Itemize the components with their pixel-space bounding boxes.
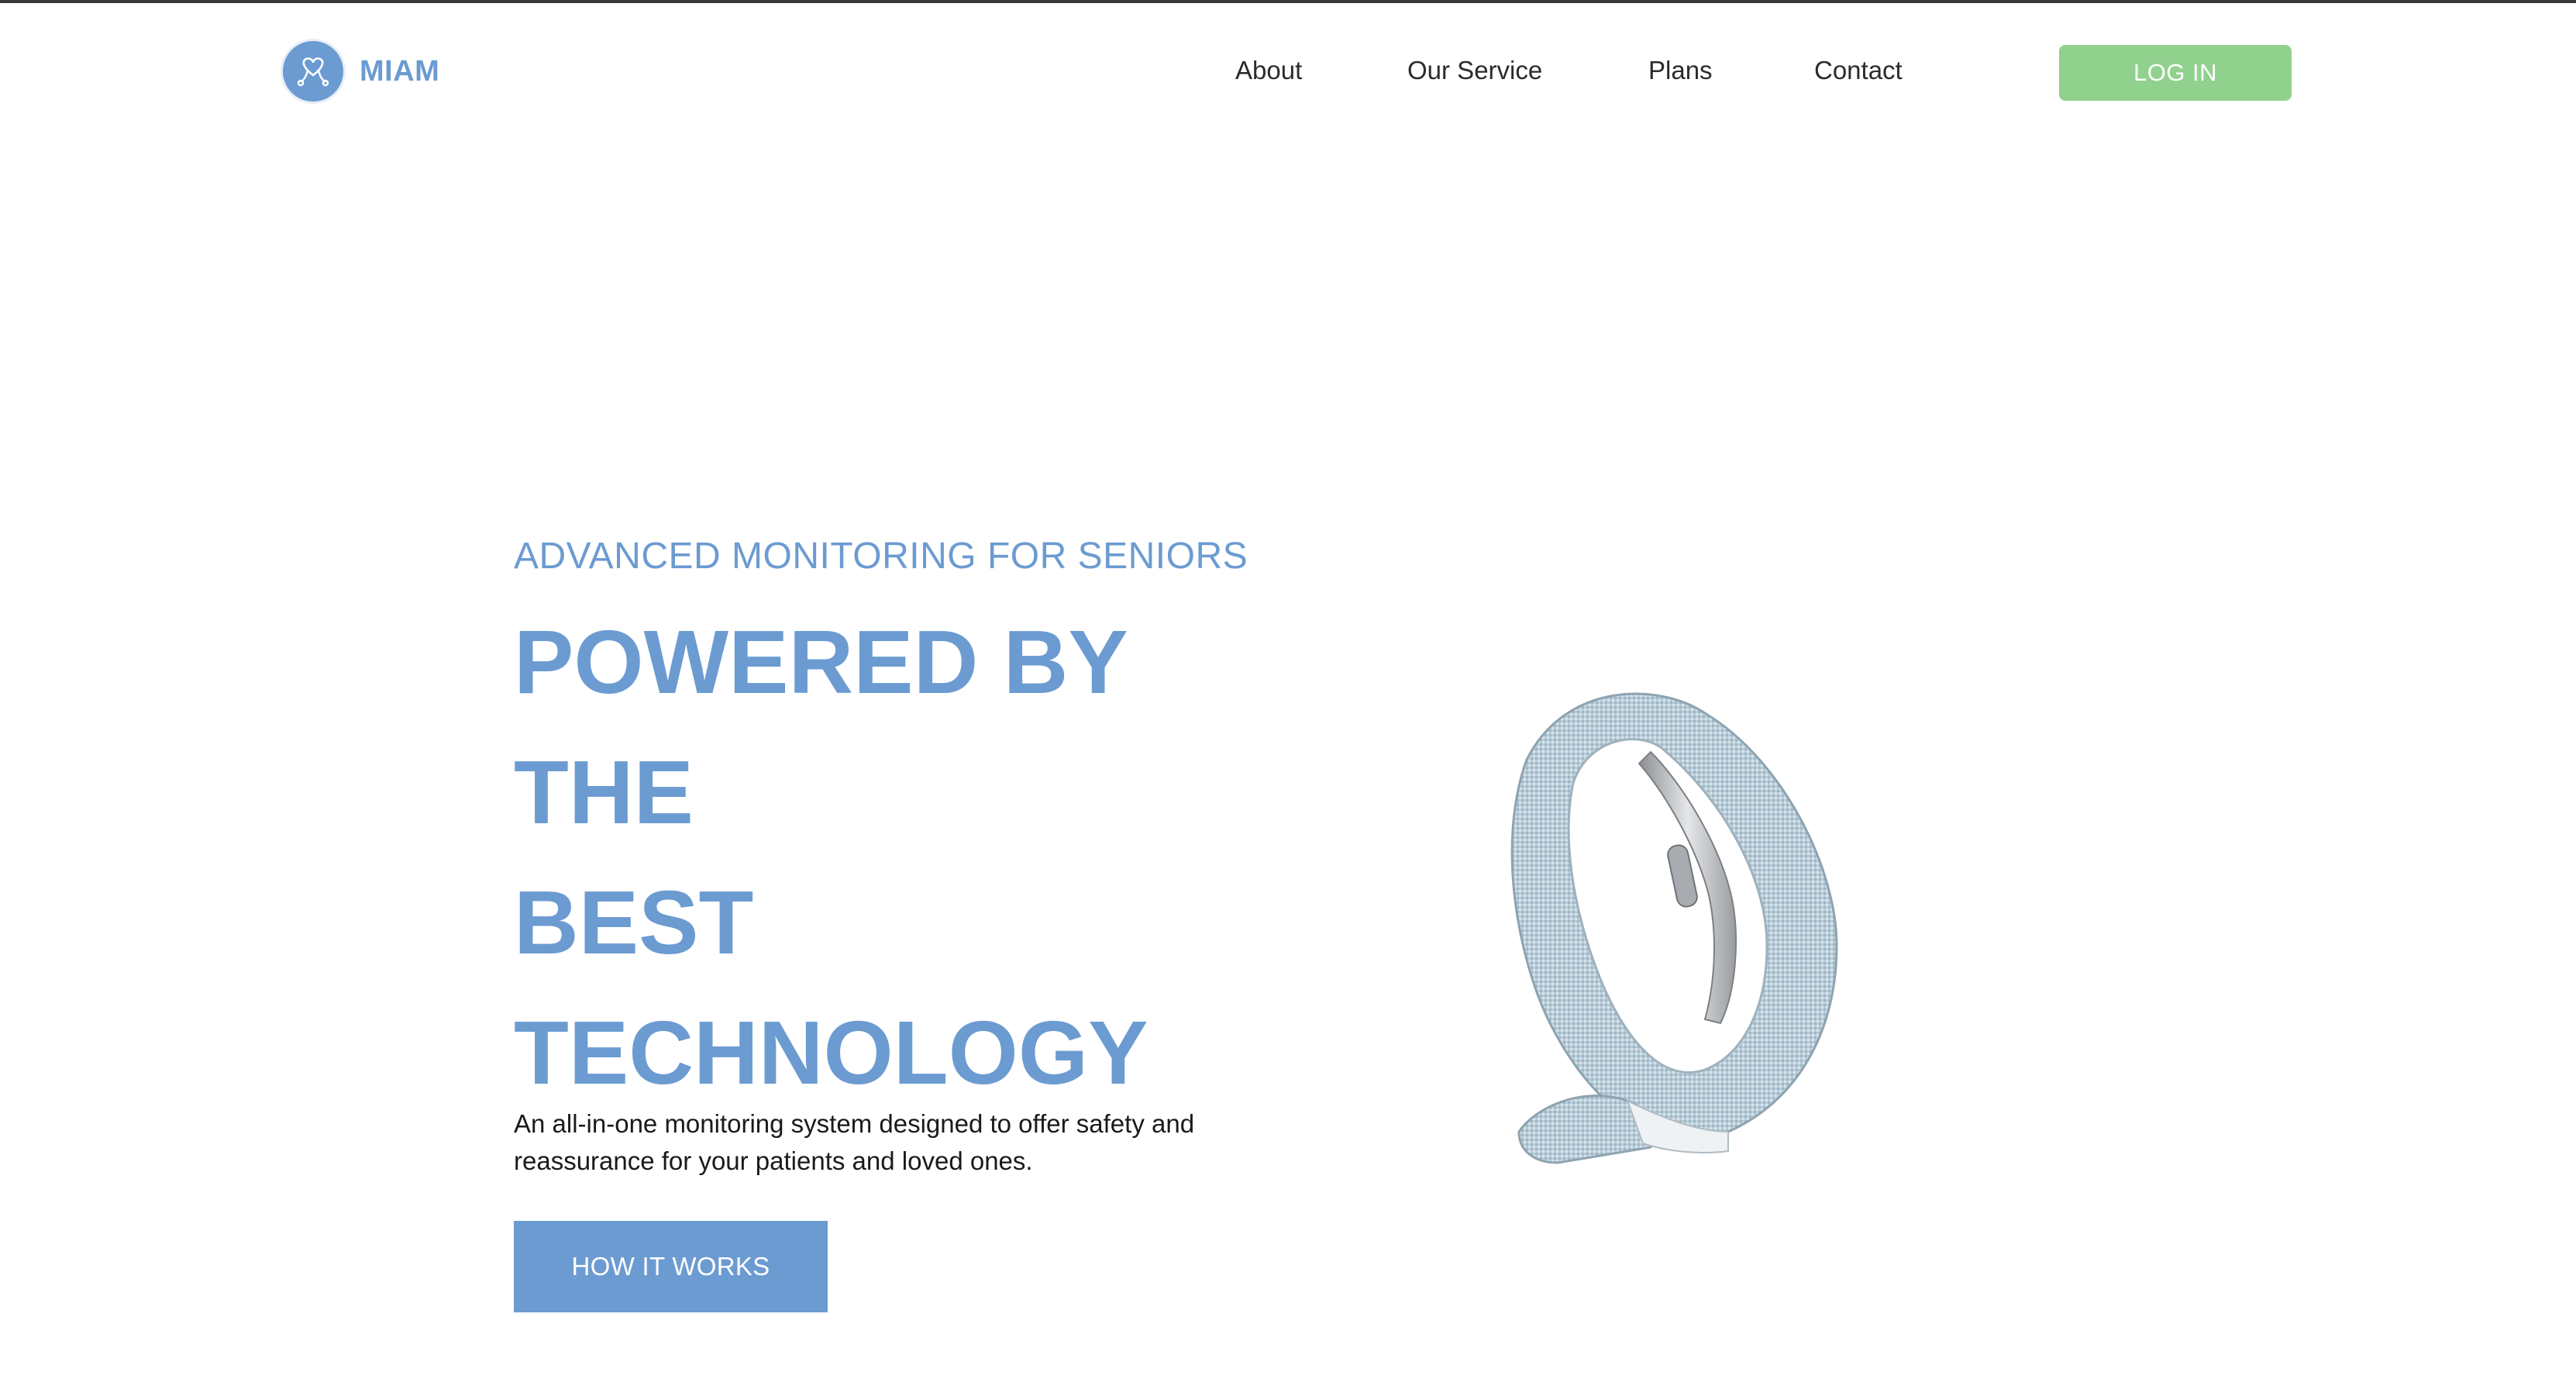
hero-description-line-1: An all-in-one monitoring system designed… — [514, 1109, 1195, 1138]
brand-logo[interactable]: MIAM — [281, 39, 439, 104]
fitness-band-image — [1472, 667, 1875, 1178]
hero-headline: POWERED BY THE BEST TECHNOLOGY — [514, 597, 1148, 1118]
nav-plans-label[interactable]: Plans — [1648, 56, 1713, 84]
nav-our-service-label[interactable]: Our Service — [1407, 56, 1542, 84]
nav-about[interactable]: About — [1235, 56, 1302, 90]
headline-line-3: BEST — [514, 872, 754, 973]
hero-eyebrow: ADVANCED MONITORING FOR SENIORS — [514, 536, 1248, 577]
hero-description: An all-in-one monitoring system designed… — [514, 1105, 1289, 1180]
nav-plans[interactable]: Plans — [1648, 56, 1713, 90]
heart-stethoscope-icon — [281, 39, 346, 104]
nav-our-service[interactable]: Our Service — [1407, 56, 1542, 90]
top-border — [0, 0, 2576, 3]
nav-contact[interactable]: Contact — [1814, 56, 1903, 90]
how-it-works-button[interactable]: HOW IT WORKS — [514, 1221, 828, 1312]
brand-name: MIAM — [360, 54, 440, 88]
headline-line-2: THE — [514, 742, 694, 843]
headline-line-4: TECHNOLOGY — [514, 1002, 1149, 1103]
headline-line-1: POWERED BY — [514, 612, 1128, 712]
login-button[interactable]: LOG IN — [2059, 45, 2292, 101]
hero-description-line-2: reassurance for your patients and loved … — [514, 1146, 1033, 1175]
nav-contact-label[interactable]: Contact — [1814, 56, 1903, 84]
nav-about-label[interactable]: About — [1235, 56, 1302, 84]
